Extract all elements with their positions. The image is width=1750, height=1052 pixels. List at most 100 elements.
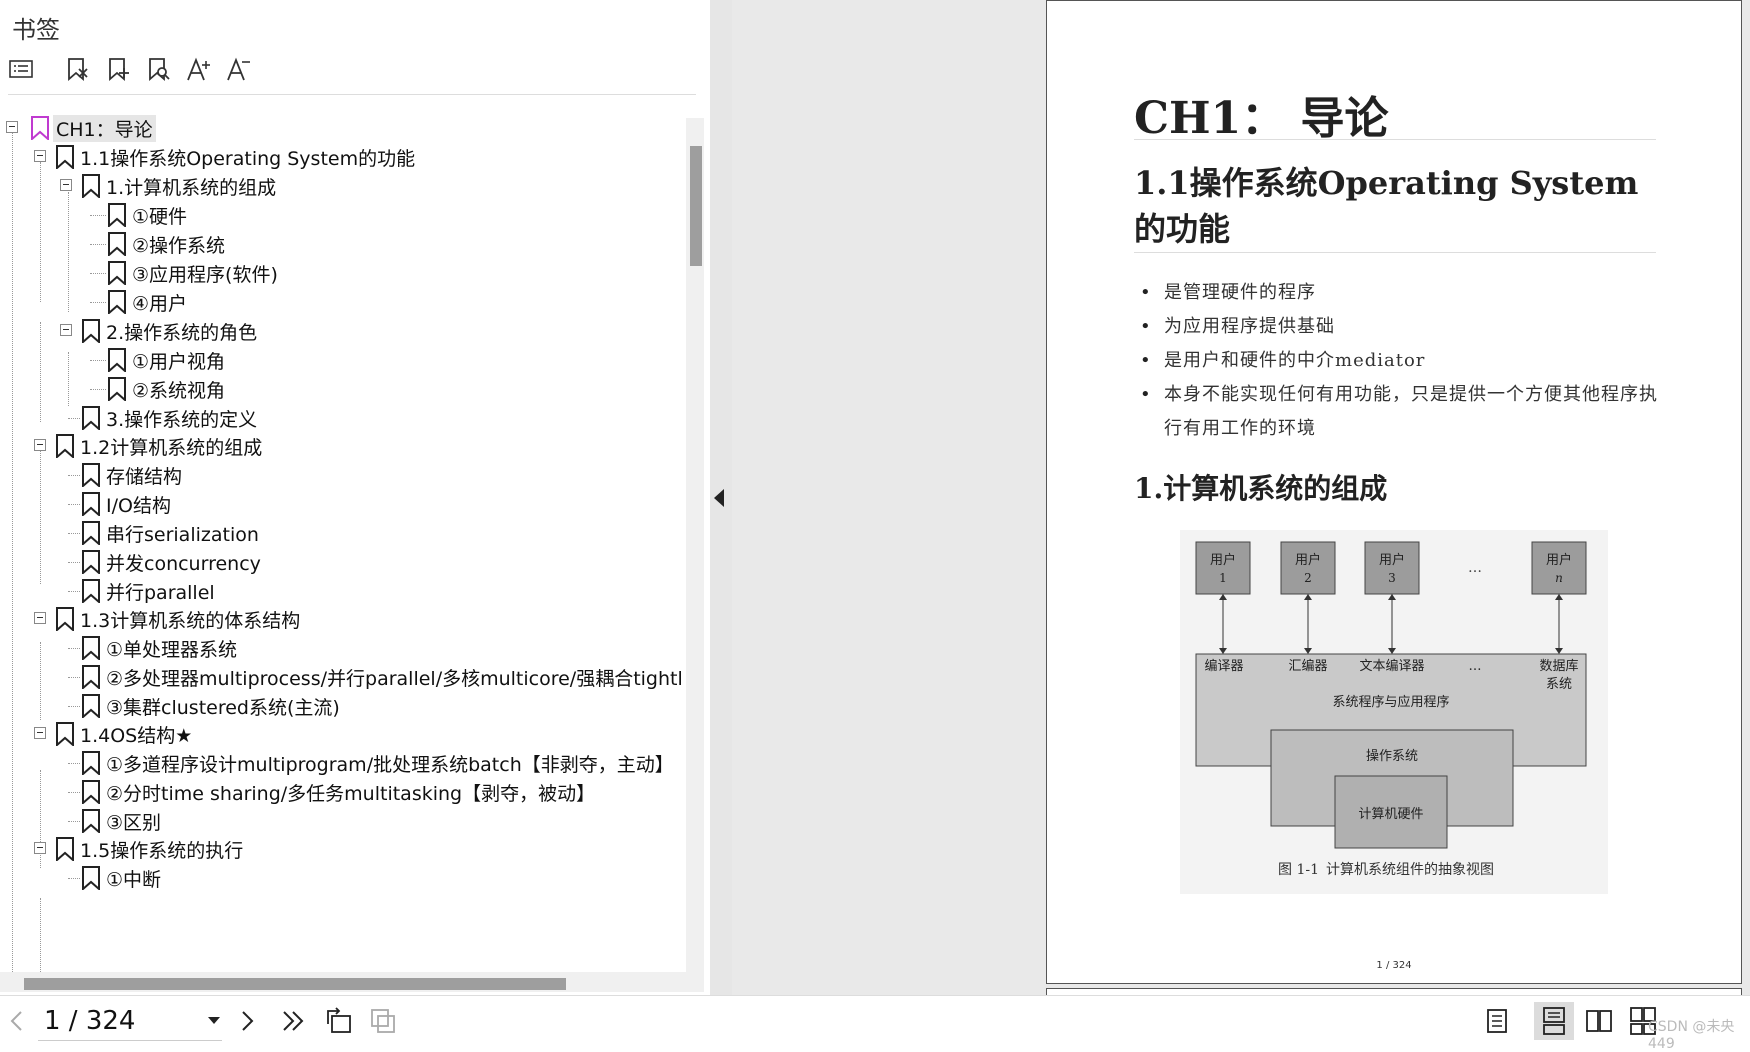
bookmark-label: ①中断: [106, 869, 162, 891]
bookmark-icon: [108, 261, 126, 285]
bookmark-label: ②操作系统: [132, 235, 226, 257]
bookmark-label: ①多道程序设计multiprogram/批处理系统batch【非剥夺，主动】: [106, 754, 674, 776]
watermark: CSDN @未央449: [1648, 1019, 1735, 1052]
heading-rule: [1134, 139, 1656, 140]
user-box-label: 3: [1388, 571, 1396, 585]
bookmark-icon: [56, 722, 74, 746]
bookmark-icon: [56, 145, 74, 169]
panel-title: 书签: [12, 16, 60, 44]
add-bookmark-icon[interactable]: [101, 50, 135, 88]
bookmark-item[interactable]: ④用户: [0, 286, 682, 318]
bookmark-item[interactable]: 1.计算机系统的组成: [0, 170, 682, 202]
bookmark-label: ①单处理器系统: [106, 639, 238, 661]
bookmark-icon: [108, 232, 126, 256]
bookmark-item[interactable]: 1.3计算机系统的体系结构: [0, 603, 682, 635]
page-heading-2: 1.1操作系统Operating System的功能: [1134, 164, 1639, 248]
bookmark-label: ①用户视角: [132, 351, 226, 373]
bookmark-label: 存储结构: [106, 466, 183, 488]
bookmark-item[interactable]: ①硬件: [0, 199, 682, 231]
vertical-scroll-thumb[interactable]: [690, 146, 702, 266]
layer-label: 操作系统: [1366, 748, 1418, 764]
collapse-toggle[interactable]: [34, 842, 46, 854]
bookmark-label: ②分时time sharing/多任务multitasking【剥夺，被动】: [106, 783, 596, 805]
bookmark-tree: CH1：导论 1.1操作系统Operating System的功能 1.计算机系…: [0, 112, 682, 972]
bookmark-icon: [82, 521, 100, 545]
bookmark-item[interactable]: 2.操作系统的角色: [0, 315, 682, 347]
bookmark-icon: [108, 290, 126, 314]
bookmark-label: 2.操作系统的角色: [106, 322, 258, 344]
bookmark-label: 1.1操作系统Operating System的功能: [80, 148, 416, 170]
find-bookmark-icon[interactable]: [141, 50, 175, 88]
bookmark-icon: [82, 579, 100, 603]
fit-page-icon[interactable]: [366, 1004, 400, 1038]
bookmark-label: 1.2计算机系统的组成: [80, 437, 263, 459]
page-dropdown-icon[interactable]: [208, 1017, 220, 1024]
bookmark-icon: [82, 780, 100, 804]
last-page-icon[interactable]: [276, 1004, 310, 1038]
user-box-label: 用户: [1210, 552, 1236, 568]
horizontal-scroll-thumb[interactable]: [24, 978, 566, 990]
collapse-toggle[interactable]: [34, 727, 46, 739]
bookmark-item[interactable]: ①多道程序设计multiprogram/批处理系统batch【非剥夺，主动】: [0, 747, 682, 779]
bookmark-label: 串行serialization: [106, 524, 259, 546]
bookmark-item-ch1[interactable]: CH1：导论: [0, 112, 682, 144]
bookmark-item[interactable]: ②系统视角: [0, 373, 682, 405]
bookmark-item[interactable]: 1.2计算机系统的组成: [0, 430, 682, 462]
bookmark-item[interactable]: ①中断: [0, 862, 682, 894]
two-page-view-icon[interactable]: [1580, 1004, 1618, 1038]
collapse-toggle[interactable]: [60, 179, 72, 191]
page-heading-3: 1.计算机系统的组成: [1134, 472, 1388, 505]
bookmark-item[interactable]: 1.1操作系统Operating System的功能: [0, 141, 682, 173]
bookmark-icon: [56, 607, 74, 631]
bookmark-item[interactable]: ②多处理器multiprocess/并行parallel/多核multicore…: [0, 661, 682, 693]
continuous-view-icon[interactable]: [1535, 1004, 1573, 1038]
bullet-item: 本身不能实现任何有用功能，只是提供一个方便其他程序执行有用工作的环境: [1138, 378, 1658, 446]
delete-bookmark-icon[interactable]: [60, 50, 94, 88]
collapse-toggle[interactable]: [34, 439, 46, 451]
user-box-label: 用户: [1546, 552, 1572, 568]
bookmark-label: ①硬件: [132, 206, 188, 228]
bookmark-icon: [56, 837, 74, 861]
bookmark-item[interactable]: 1.5操作系统的执行: [0, 833, 682, 865]
bookmark-item[interactable]: ②分时time sharing/多任务multitasking【剥夺，被动】: [0, 776, 682, 808]
figure-caption-number: 图 1-1: [1278, 862, 1319, 878]
page-indicator[interactable]: 1 / 324: [44, 1006, 135, 1036]
bookmark-item[interactable]: ①单处理器系统: [0, 632, 682, 664]
bookmark-item[interactable]: ③应用程序(软件): [0, 257, 682, 289]
next-page-icon[interactable]: [232, 1004, 262, 1038]
single-page-view-icon[interactable]: [1478, 1004, 1516, 1038]
bookmark-list-icon[interactable]: [4, 50, 38, 88]
bookmark-item[interactable]: ②操作系统: [0, 228, 682, 260]
bookmark-icon: [108, 348, 126, 372]
bullet-list: 是管理硬件的程序 为应用程序提供基础 是用户和硬件的中介mediator 本身不…: [1138, 276, 1658, 446]
heading-rule: [1134, 252, 1656, 253]
bookmark-item[interactable]: I/O结构: [0, 488, 682, 520]
collapse-panel-icon[interactable]: [714, 489, 724, 507]
collapse-toggle[interactable]: [34, 612, 46, 624]
toolbar-divider: [8, 94, 696, 95]
bookmark-label: 并行parallel: [106, 582, 215, 604]
user-box-label: n: [1555, 571, 1563, 585]
bookmark-label: CH1：导论: [53, 115, 156, 142]
program-label: 数据库: [1539, 658, 1578, 674]
bookmark-item[interactable]: 并发concurrency: [0, 546, 682, 578]
bookmark-icon: [82, 665, 100, 689]
decrease-font-icon[interactable]: [222, 50, 256, 88]
program-label: 汇编器: [1288, 659, 1327, 674]
bookmark-item[interactable]: 1.4OS结构★: [0, 718, 682, 750]
rotate-page-icon[interactable]: [322, 1004, 356, 1038]
bookmark-label: ③集群clustered系统(主流): [106, 697, 340, 719]
bookmark-item[interactable]: 存储结构: [0, 459, 682, 491]
bullet-item: 为应用程序提供基础: [1138, 310, 1658, 344]
bookmark-item[interactable]: 串行serialization: [0, 517, 682, 549]
bookmark-label: 3.操作系统的定义: [106, 409, 258, 431]
collapse-toggle[interactable]: [34, 150, 46, 162]
collapse-toggle[interactable]: [6, 121, 18, 133]
increase-font-icon[interactable]: [182, 50, 216, 88]
ellipsis: …: [1468, 560, 1482, 576]
previous-page-icon[interactable]: [2, 1004, 32, 1038]
bookmark-item[interactable]: ①用户视角: [0, 344, 682, 376]
user-box-label: 用户: [1379, 552, 1405, 568]
program-label: 编译器: [1204, 659, 1243, 674]
collapse-toggle[interactable]: [60, 324, 72, 336]
